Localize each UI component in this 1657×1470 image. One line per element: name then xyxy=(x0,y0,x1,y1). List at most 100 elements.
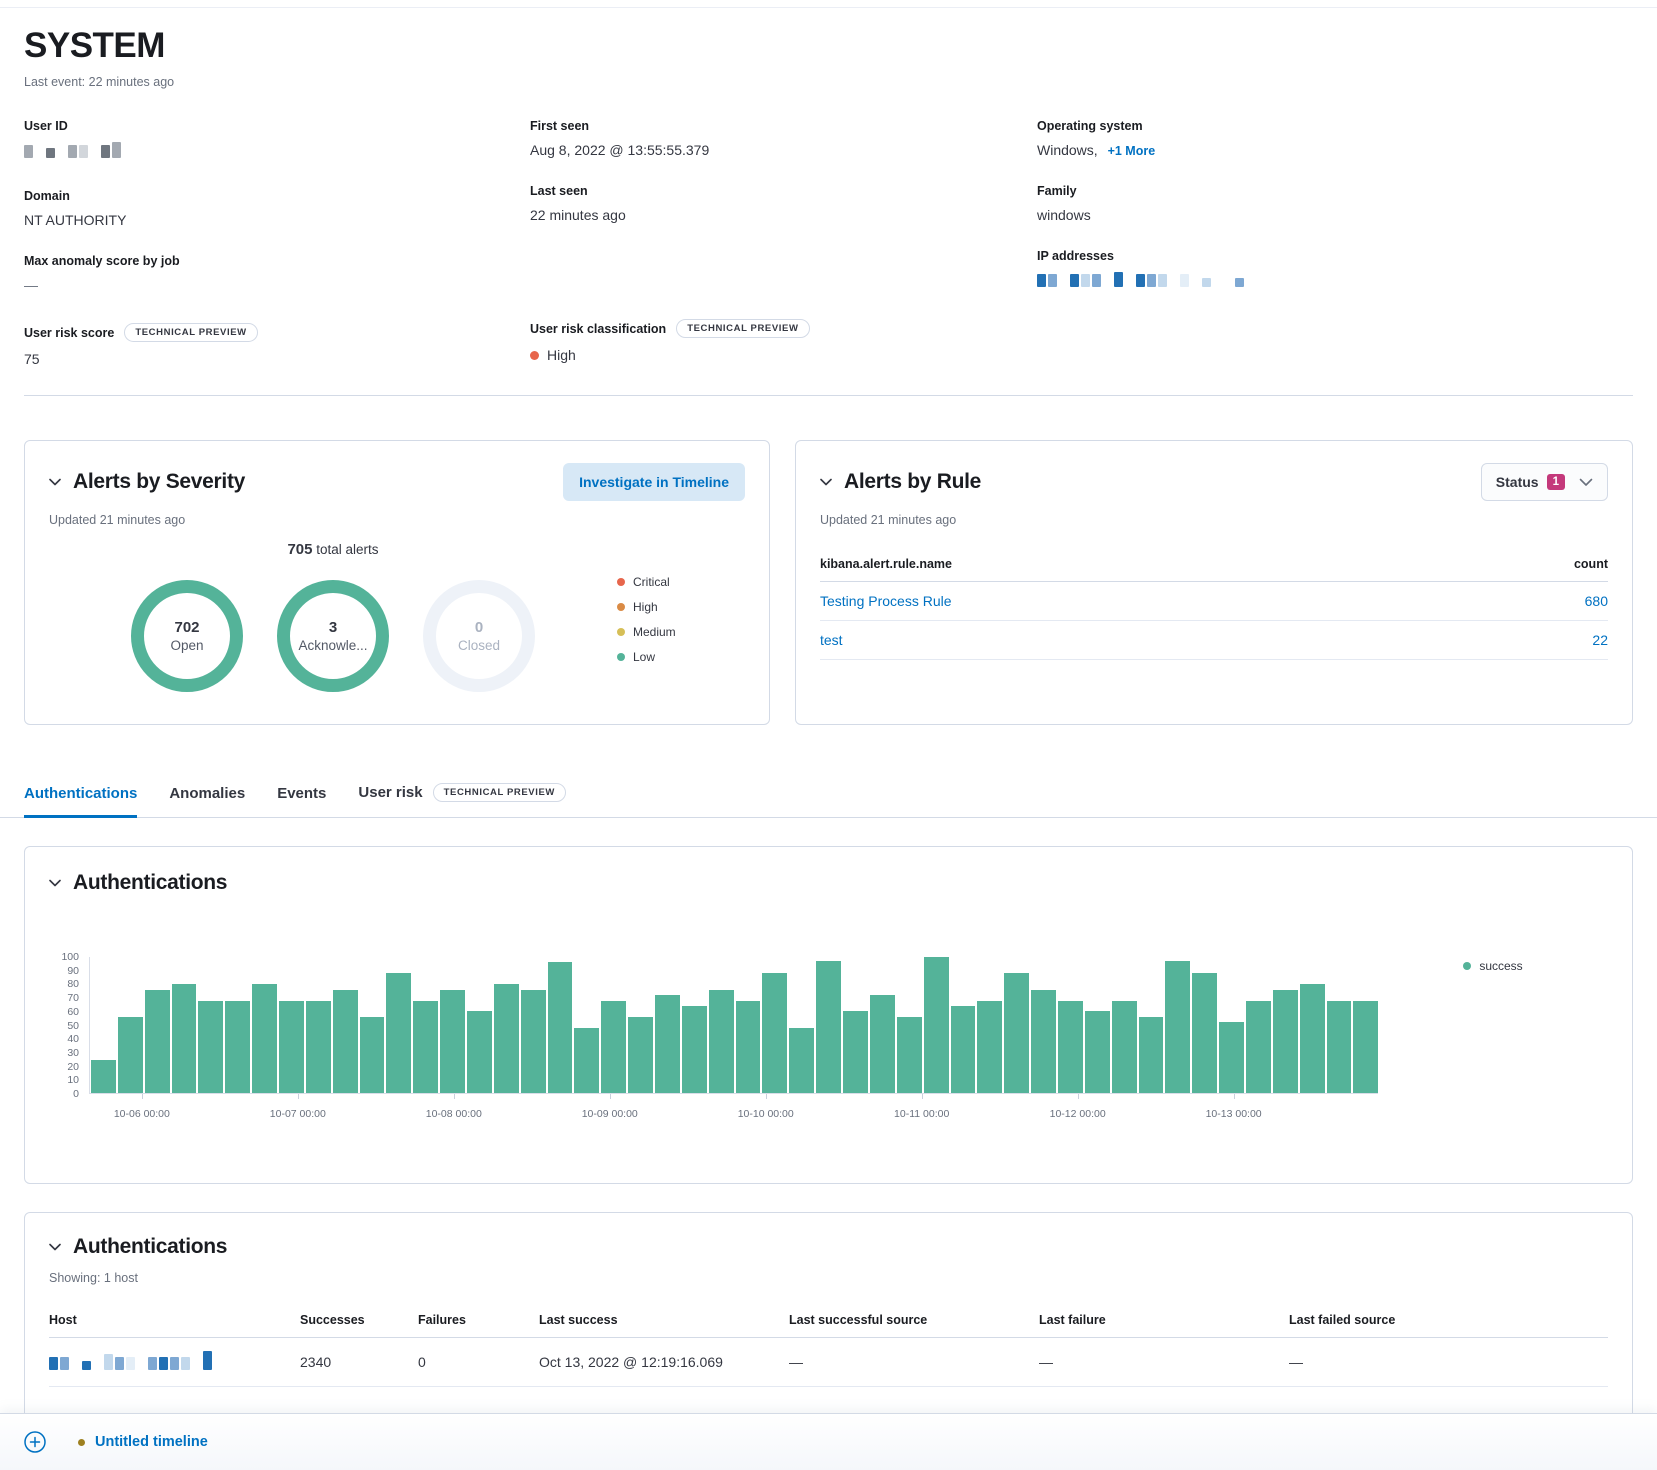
x-tick-label: 10-13 00:00 xyxy=(1206,1108,1262,1120)
technical-preview-badge: TECHNICAL PREVIEW xyxy=(433,783,566,802)
legend-item-high[interactable]: High xyxy=(617,600,745,614)
rule-name-link[interactable]: test xyxy=(820,632,843,648)
alerts-by-severity-panel: Alerts by Severity Investigate in Timeli… xyxy=(24,440,770,725)
first-seen-value: Aug 8, 2022 @ 13:55:55.379 xyxy=(530,142,1037,158)
chart-bar[interactable] xyxy=(252,984,277,1093)
chart-bar[interactable] xyxy=(870,995,895,1093)
alerts-by-rule-panel: Alerts by Rule Status 1 Updated 21 minut… xyxy=(795,440,1633,725)
user-risk-score-label-text: User risk score xyxy=(24,326,114,340)
donut-acknowledged-value: 3 xyxy=(329,619,337,636)
tab-anomalies[interactable]: Anomalies xyxy=(169,785,245,817)
chart-bar[interactable] xyxy=(1273,990,1298,1093)
alerts-by-rule-title: Alerts by Rule xyxy=(844,470,981,494)
rule-name-link[interactable]: Testing Process Rule xyxy=(820,593,952,609)
chart-bar[interactable] xyxy=(279,1001,304,1093)
chart-bar[interactable] xyxy=(1300,984,1325,1093)
chart-bar[interactable] xyxy=(682,1006,707,1093)
chart-bar[interactable] xyxy=(655,995,680,1093)
legend-item-success[interactable]: success xyxy=(1463,959,1522,973)
donut-open[interactable]: 702 Open xyxy=(131,580,243,692)
high-dot-icon xyxy=(617,603,625,611)
chart-bar[interactable] xyxy=(1139,1017,1164,1093)
status-filter-button[interactable]: Status 1 xyxy=(1481,463,1608,501)
chart-bar[interactable] xyxy=(977,1001,1002,1093)
chart-bar[interactable] xyxy=(1192,973,1217,1093)
collapse-chevron-icon[interactable] xyxy=(49,1243,61,1251)
donut-closed[interactable]: 0 Closed xyxy=(423,580,535,692)
chart-bar[interactable] xyxy=(333,990,358,1093)
chart-bar[interactable] xyxy=(198,1001,223,1093)
chart-bar[interactable] xyxy=(225,1001,250,1093)
chart-bar[interactable] xyxy=(494,984,519,1093)
chart-bar[interactable] xyxy=(951,1006,976,1093)
chart-bar[interactable] xyxy=(360,1017,385,1093)
chart-bar[interactable] xyxy=(736,1001,761,1093)
max-anomaly-value: — xyxy=(24,277,530,293)
table-row: 2340 0 Oct 13, 2022 @ 12:19:16.069 — — — xyxy=(49,1338,1608,1387)
host-column-header: Host xyxy=(49,1307,300,1338)
chart-bar[interactable] xyxy=(172,984,197,1093)
user-risk-score-value: 75 xyxy=(24,351,530,367)
tab-user-risk[interactable]: User risk TECHNICAL PREVIEW xyxy=(358,783,566,817)
chart-bar[interactable] xyxy=(548,962,573,1093)
os-more-link[interactable]: +1 More xyxy=(1108,144,1156,158)
chart-bar[interactable] xyxy=(521,990,546,1093)
chart-bar[interactable] xyxy=(145,990,170,1093)
donut-closed-label: Closed xyxy=(458,638,500,653)
chart-bar[interactable] xyxy=(1112,1001,1137,1093)
chart-bar[interactable] xyxy=(306,1001,331,1093)
chart-bar[interactable] xyxy=(467,1011,492,1093)
collapse-chevron-icon[interactable] xyxy=(49,478,61,486)
legend-item-medium[interactable]: Medium xyxy=(617,625,745,639)
chart-bar[interactable] xyxy=(1353,1001,1378,1093)
chart-bar[interactable] xyxy=(440,990,465,1093)
chart-bar[interactable] xyxy=(1246,1001,1271,1093)
last-successful-source-value: — xyxy=(789,1338,1039,1387)
y-tick-label: 0 xyxy=(73,1088,79,1100)
chart-bar[interactable] xyxy=(1085,1011,1110,1093)
chart-bar[interactable] xyxy=(413,1001,438,1093)
chart-bar[interactable] xyxy=(1004,973,1029,1093)
chart-bar[interactable] xyxy=(1031,990,1056,1093)
failures-column-header: Failures xyxy=(418,1307,539,1338)
rule-count-link[interactable]: 680 xyxy=(1585,593,1608,609)
chart-bar[interactable] xyxy=(386,973,411,1093)
os-value-text: Windows, xyxy=(1037,142,1098,158)
donut-acknowledged[interactable]: 3 Acknowle... xyxy=(277,580,389,692)
chart-bar[interactable] xyxy=(924,957,949,1093)
chart-bar[interactable] xyxy=(789,1028,814,1093)
last-event-text: Last event: 22 minutes ago xyxy=(24,75,1633,89)
collapse-chevron-icon[interactable] xyxy=(49,879,61,887)
chart-bar[interactable] xyxy=(709,990,734,1093)
chart-bar[interactable] xyxy=(843,1011,868,1093)
chart-bar[interactable] xyxy=(91,1060,116,1093)
chart-bar[interactable] xyxy=(1327,1001,1352,1093)
user-risk-class-label-text: User risk classification xyxy=(530,322,666,336)
chart-bar[interactable] xyxy=(1219,1022,1244,1093)
tab-events[interactable]: Events xyxy=(277,785,326,817)
last-failed-source-column-header: Last failed source xyxy=(1289,1307,1608,1338)
chart-bar[interactable] xyxy=(628,1017,653,1093)
tab-authentications[interactable]: Authentications xyxy=(24,785,137,817)
chart-bar[interactable] xyxy=(897,1017,922,1093)
chart-bar[interactable] xyxy=(574,1028,599,1093)
overview-section: User ID Domain NT AUTHORITY Max anomaly … xyxy=(24,119,1633,393)
legend-item-low[interactable]: Low xyxy=(617,650,745,664)
chart-bar[interactable] xyxy=(762,973,787,1093)
chart-bar[interactable] xyxy=(1165,961,1190,1093)
rule-count-link[interactable]: 22 xyxy=(1592,632,1608,648)
legend-item-critical[interactable]: Critical xyxy=(617,575,745,589)
chart-bar[interactable] xyxy=(816,961,841,1093)
last-success-column-header: Last success xyxy=(539,1307,789,1338)
os-label: Operating system xyxy=(1037,119,1633,133)
last-successful-source-column-header: Last successful source xyxy=(789,1307,1039,1338)
chart-bar[interactable] xyxy=(118,1017,143,1093)
os-value: Windows, +1 More xyxy=(1037,142,1633,158)
chart-bar[interactable] xyxy=(601,1001,626,1093)
timeline-title-link[interactable]: Untitled timeline xyxy=(95,1434,208,1450)
add-timeline-button[interactable] xyxy=(24,1431,46,1453)
successes-value: 2340 xyxy=(300,1338,418,1387)
chart-bar[interactable] xyxy=(1058,1001,1083,1093)
investigate-in-timeline-button[interactable]: Investigate in Timeline xyxy=(563,463,745,501)
collapse-chevron-icon[interactable] xyxy=(820,478,832,486)
